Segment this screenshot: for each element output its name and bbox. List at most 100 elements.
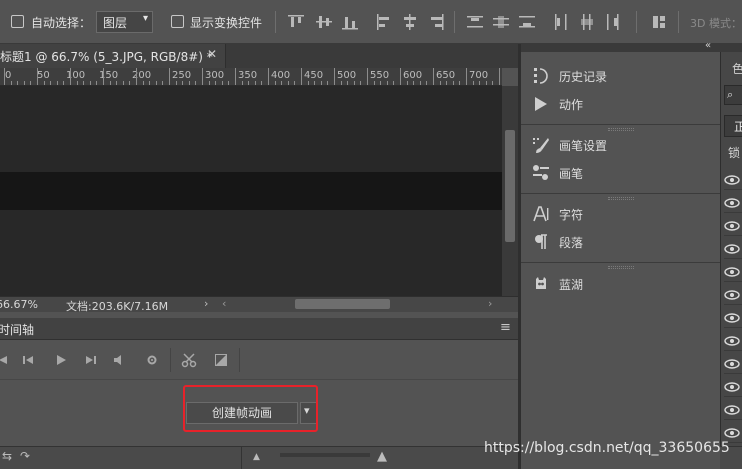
- panel-paragraph[interactable]: 段落: [532, 232, 583, 252]
- zoom-level[interactable]: 66.67%: [0, 298, 38, 311]
- settings-gear-icon[interactable]: [146, 354, 158, 366]
- audio-icon[interactable]: [113, 354, 125, 366]
- align-vcenter-icon[interactable]: [315, 13, 333, 31]
- show-transform-checkbox[interactable]: [171, 15, 184, 28]
- panel-history[interactable]: 历史记录: [532, 66, 607, 86]
- scroll-right-icon[interactable]: ›: [488, 297, 492, 310]
- group-divider: [521, 262, 720, 263]
- panel-tab-color[interactable]: 色: [732, 60, 742, 77]
- document-tab[interactable]: 未标题1 @ 66.7% (5_3.JPG, RGB/8#) * ✕: [0, 44, 226, 68]
- play-icon[interactable]: [55, 354, 67, 366]
- align-right-icon[interactable]: [427, 13, 445, 31]
- auto-select-dropdown[interactable]: 图层 ▾: [96, 11, 153, 33]
- ruler-tick: [162, 81, 164, 85]
- actions-icon: [532, 95, 550, 113]
- visibility-eye-icon[interactable]: [724, 285, 742, 305]
- visibility-eye-icon[interactable]: [724, 239, 742, 259]
- transition-icon[interactable]: [215, 354, 227, 366]
- ruler-tick: [17, 81, 19, 85]
- previous-frame-icon[interactable]: [22, 354, 34, 366]
- ruler-tick: [386, 81, 388, 85]
- align-left-icon[interactable]: [375, 13, 393, 31]
- zoom-out-mountain-icon[interactable]: ▲: [253, 452, 260, 462]
- layer-search-field[interactable]: ⌕: [724, 85, 742, 105]
- panel-brush[interactable]: 画笔: [532, 163, 583, 183]
- ruler-tick: [4, 68, 5, 85]
- ruler-tick: [400, 68, 401, 85]
- panel-label: 段落: [559, 235, 584, 250]
- ruler-tick: [182, 81, 184, 85]
- distribute-vcenter-icon[interactable]: [492, 13, 510, 31]
- ruler-tick: [492, 81, 494, 85]
- next-frame-icon[interactable]: [85, 354, 97, 366]
- first-frame-icon[interactable]: [0, 354, 8, 366]
- horizontal-scroll-thumb[interactable]: [295, 299, 390, 309]
- ruler-tick: [419, 81, 421, 85]
- panel-label: 画笔设置: [559, 138, 608, 153]
- ruler-label: 400: [271, 70, 291, 81]
- scroll-left-icon[interactable]: ‹: [222, 297, 226, 310]
- distribute-left-icon[interactable]: [552, 13, 570, 31]
- ruler-tick: [83, 81, 85, 85]
- blend-mode-value: 正: [734, 120, 742, 134]
- distribute-bottom-icon[interactable]: [518, 13, 536, 31]
- timeline-panel-header: 时间轴 ≡: [0, 318, 518, 340]
- auto-align-icon[interactable]: [650, 13, 668, 31]
- panel-actions[interactable]: 动作: [532, 94, 583, 114]
- status-bar: 66.67% 文档:203.6K/7.16M › ‹ ›: [0, 296, 518, 313]
- group-grip-handle[interactable]: [608, 128, 634, 131]
- visibility-eye-icon[interactable]: [724, 308, 742, 328]
- ruler-label: 700: [469, 70, 489, 81]
- ruler-tick: [466, 68, 467, 85]
- distribute-hcenter-icon[interactable]: [578, 13, 596, 31]
- panel-dock: [521, 52, 720, 469]
- distribute-top-icon[interactable]: [466, 13, 484, 31]
- align-top-icon[interactable]: [287, 13, 305, 31]
- 3d-mode-label: 3D 模式：: [690, 17, 742, 30]
- visibility-eye-icon[interactable]: [724, 216, 742, 236]
- redo-arrow-icon[interactable]: ↷: [20, 449, 30, 463]
- ruler-label: 500: [337, 70, 357, 81]
- panel-character[interactable]: 字符: [532, 204, 583, 224]
- collapse-dock-icon[interactable]: «: [705, 40, 711, 51]
- align-bottom-icon[interactable]: [341, 13, 359, 31]
- auto-select-checkbox[interactable]: [11, 15, 24, 28]
- timeline-title[interactable]: 时间轴: [0, 321, 34, 338]
- convert-icon[interactable]: ⇆: [2, 449, 12, 463]
- group-grip-handle[interactable]: [608, 266, 634, 269]
- ruler-tick: [208, 81, 210, 85]
- chevron-right-icon[interactable]: ›: [204, 297, 208, 310]
- ruler-label: 150: [99, 70, 119, 81]
- visibility-eye-icon[interactable]: [724, 331, 742, 351]
- visibility-eye-icon[interactable]: [724, 354, 742, 374]
- ruler-tick: [43, 81, 45, 85]
- visibility-eye-icon[interactable]: [724, 193, 742, 213]
- ruler-tick: [340, 81, 342, 85]
- group-grip-handle[interactable]: [608, 197, 634, 200]
- ruler-tick: [76, 81, 78, 85]
- panel-menu-icon[interactable]: ≡: [500, 320, 511, 335]
- visibility-eye-icon[interactable]: [724, 377, 742, 397]
- zoom-in-mountain-icon[interactable]: ▲: [377, 449, 387, 464]
- blend-mode-dropdown[interactable]: 正: [724, 115, 742, 137]
- visibility-eye-icon[interactable]: [724, 170, 742, 190]
- ruler-tick: [96, 81, 98, 85]
- divider: [636, 11, 637, 33]
- scissors-icon[interactable]: [181, 352, 197, 368]
- ruler-tick: [353, 81, 355, 85]
- panel-lanhu[interactable]: 蓝湖: [532, 274, 583, 294]
- zoom-slider[interactable]: [280, 453, 370, 457]
- ruler-tick: [188, 81, 190, 85]
- vertical-scroll-thumb[interactable]: [505, 130, 515, 242]
- visibility-eye-icon[interactable]: [724, 400, 742, 420]
- close-icon[interactable]: ✕: [207, 47, 217, 61]
- align-hcenter-icon[interactable]: [401, 13, 419, 31]
- ruler-tick: [122, 81, 124, 85]
- ruler-label: 200: [132, 70, 152, 81]
- distribute-right-icon[interactable]: [604, 13, 622, 31]
- ruler-tick: [116, 81, 118, 85]
- visibility-eye-icon[interactable]: [724, 262, 742, 282]
- panel-brush-settings[interactable]: 画笔设置: [532, 135, 607, 155]
- horizontal-ruler: 0 50 100 150 200 250 300 350 400 450 500…: [0, 68, 502, 86]
- divider: [678, 11, 679, 33]
